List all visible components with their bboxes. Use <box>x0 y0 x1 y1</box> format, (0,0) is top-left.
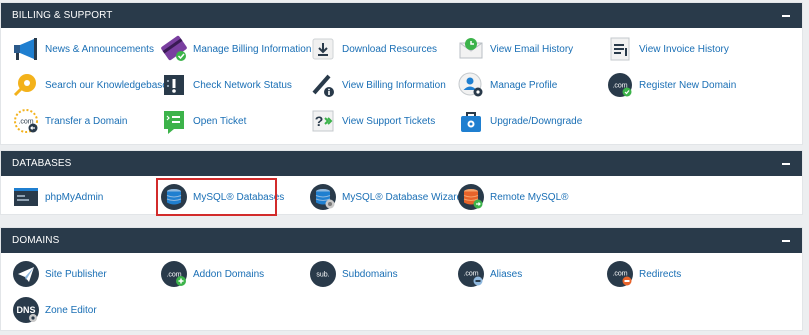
remote-mysql-link[interactable]: Remote MySQL® <box>456 181 569 213</box>
aliases-icon: .com <box>456 259 486 289</box>
addon-domains-icon: .com <box>159 259 189 289</box>
addon-domains-link[interactable]: .com Addon Domains <box>159 258 264 290</box>
databases-panel: DATABASES phpMyAdmin MySQL® Databases My… <box>0 150 803 216</box>
upgrade-downgrade-link[interactable]: Upgrade/Downgrade <box>456 105 582 137</box>
remote-mysql-label: Remote MySQL® <box>490 191 569 203</box>
databases-title: DATABASES <box>12 158 72 169</box>
key-search-icon <box>11 70 41 100</box>
site-publisher-icon <box>11 259 41 289</box>
redirects-link[interactable]: .com Redirects <box>605 258 681 290</box>
news-announcements-label: News & Announcements <box>45 43 154 55</box>
credit-card-icon <box>159 34 189 64</box>
network-status-label: Check Network Status <box>193 79 292 91</box>
register-domain-icon: .com <box>605 70 635 100</box>
support-tickets-link[interactable]: ? View Support Tickets <box>308 105 435 137</box>
support-tickets-icon: ? <box>308 106 338 136</box>
domains-panel: DOMAINS Site Publisher .com Addon Domain… <box>0 227 803 331</box>
databases-header[interactable]: DATABASES <box>1 151 802 176</box>
billing-info-link[interactable]: View Billing Information <box>308 69 446 101</box>
upgrade-icon <box>456 106 486 136</box>
upgrade-downgrade-label: Upgrade/Downgrade <box>490 115 583 127</box>
subdomains-link[interactable]: sub. Subdomains <box>308 258 398 290</box>
transfer-domain-link[interactable]: .com Transfer a Domain <box>11 105 127 137</box>
site-publisher-link[interactable]: Site Publisher <box>11 258 107 290</box>
billing-info-icon <box>308 70 338 100</box>
manage-billing-label: Manage Billing Information <box>193 43 312 55</box>
database-wizard-link[interactable]: MySQL® Database Wizard <box>308 181 462 213</box>
invoice-history-link[interactable]: View Invoice History <box>605 33 729 65</box>
redirects-icon: .com <box>605 259 635 289</box>
knowledgebase-label: Search our Knowledgebase <box>45 79 168 91</box>
manage-profile-link[interactable]: Manage Profile <box>456 69 557 101</box>
network-status-icon <box>159 70 189 100</box>
svg-text:?: ? <box>315 113 324 129</box>
register-domain-link[interactable]: .com Register New Domain <box>605 69 736 101</box>
register-domain-label: Register New Domain <box>639 79 737 91</box>
collapse-icon[interactable] <box>782 239 790 242</box>
aliases-link[interactable]: .com Aliases <box>456 258 522 290</box>
phpmyadmin-icon <box>11 182 41 212</box>
open-ticket-label: Open Ticket <box>193 115 247 127</box>
domains-title: DOMAINS <box>12 235 60 246</box>
email-history-link[interactable]: View Email History <box>456 33 573 65</box>
remote-mysql-icon <box>456 182 486 212</box>
billing-support-header[interactable]: BILLING & SUPPORT <box>1 3 802 28</box>
database-wizard-icon <box>308 182 338 212</box>
support-tickets-label: View Support Tickets <box>342 115 436 127</box>
phpmyadmin-label: phpMyAdmin <box>45 191 104 203</box>
open-ticket-link[interactable]: Open Ticket <box>159 105 246 137</box>
mysql-database-icon <box>159 182 189 212</box>
ticket-icon <box>159 106 189 136</box>
download-resources-label: Download Resources <box>342 43 438 55</box>
transfer-domain-icon: .com <box>11 106 41 136</box>
manage-billing-link[interactable]: Manage Billing Information <box>159 33 311 65</box>
megaphone-icon <box>11 34 41 64</box>
database-wizard-label: MySQL® Database Wizard <box>342 191 463 203</box>
sub-text: sub. <box>316 272 329 279</box>
email-history-icon <box>456 34 486 64</box>
subdomains-label: Subdomains <box>342 268 398 280</box>
news-announcements-link[interactable]: News & Announcements <box>11 33 154 65</box>
billing-info-label: View Billing Information <box>342 79 446 91</box>
download-icon <box>308 34 338 64</box>
email-history-label: View Email History <box>490 43 574 55</box>
billing-support-panel: BILLING & SUPPORT News & Announcements M… <box>0 2 803 145</box>
invoice-icon <box>605 34 635 64</box>
download-resources-link[interactable]: Download Resources <box>308 33 437 65</box>
mysql-databases-label: MySQL® Databases <box>193 191 285 203</box>
invoice-history-label: View Invoice History <box>639 43 729 55</box>
site-publisher-label: Site Publisher <box>45 268 107 280</box>
billing-support-title: BILLING & SUPPORT <box>12 10 113 21</box>
collapse-icon[interactable] <box>782 162 790 165</box>
transfer-domain-label: Transfer a Domain <box>45 115 128 127</box>
zone-editor-link[interactable]: DNS Zone Editor <box>11 294 97 326</box>
profile-icon <box>456 70 486 100</box>
manage-profile-label: Manage Profile <box>490 79 558 91</box>
dns-text: DNS <box>16 305 35 315</box>
knowledgebase-link[interactable]: Search our Knowledgebase <box>11 69 168 101</box>
addon-domains-label: Addon Domains <box>193 268 265 280</box>
aliases-label: Aliases <box>490 268 523 280</box>
zone-editor-label: Zone Editor <box>45 304 97 316</box>
mysql-databases-link[interactable]: MySQL® Databases <box>159 181 284 213</box>
com-text: .com <box>612 271 627 278</box>
domains-header[interactable]: DOMAINS <box>1 228 802 253</box>
collapse-icon[interactable] <box>782 14 790 17</box>
zone-editor-icon: DNS <box>11 295 41 325</box>
phpmyadmin-link[interactable]: phpMyAdmin <box>11 181 103 213</box>
com-text: .com <box>463 271 478 278</box>
redirects-label: Redirects <box>639 268 682 280</box>
subdomains-icon: sub. <box>308 259 338 289</box>
network-status-link[interactable]: Check Network Status <box>159 69 292 101</box>
